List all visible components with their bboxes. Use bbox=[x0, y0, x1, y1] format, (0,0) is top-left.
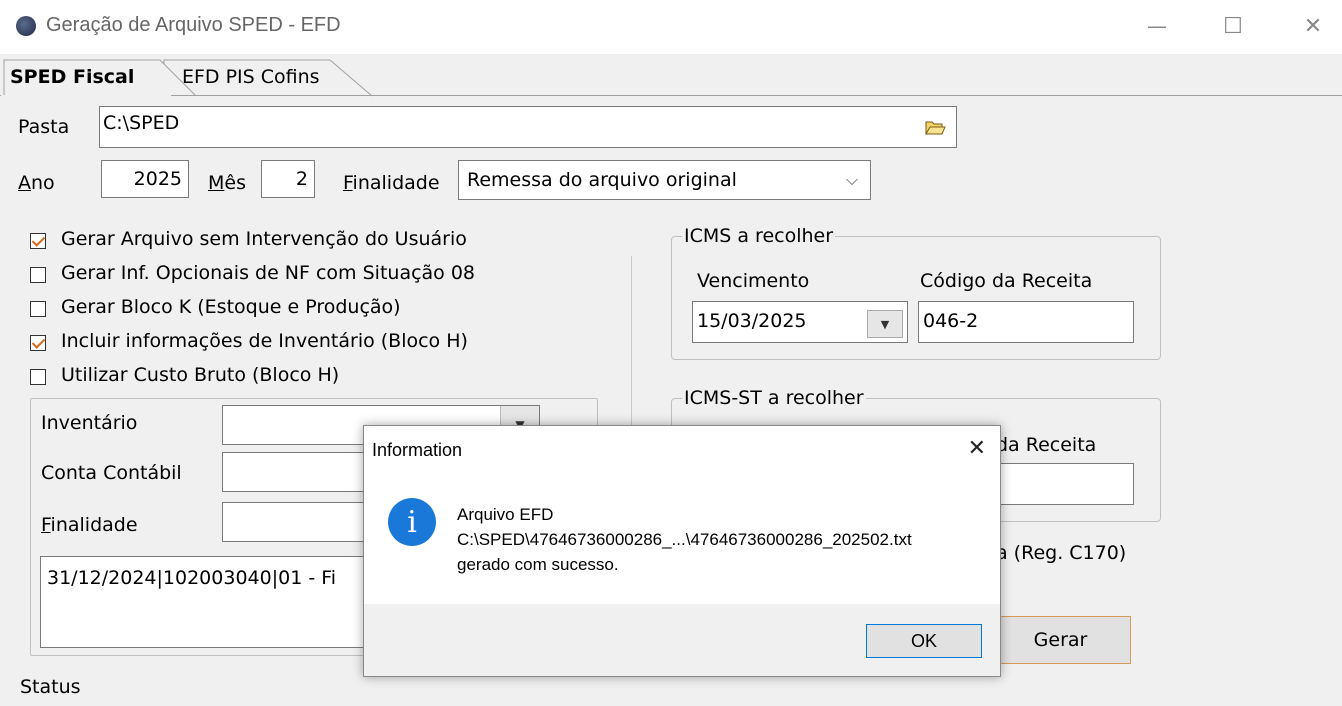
mes-label: Mês bbox=[208, 172, 246, 194]
pasta-input[interactable]: C:\SPED bbox=[99, 106, 957, 148]
vencimento-label: Vencimento bbox=[697, 270, 810, 292]
dialog-message-line1: Arquivo EFD bbox=[457, 505, 554, 524]
information-dialog: Information ✕ i Arquivo EFD C:\SPED\4764… bbox=[363, 425, 1001, 677]
ano-label: Ano bbox=[18, 172, 55, 194]
icms-st-group-title: ICMS-ST a recolher bbox=[682, 387, 866, 409]
checkbox-label: Utilizar Custo Bruto (Bloco H) bbox=[61, 364, 340, 386]
chevron-down-icon: ⌵ bbox=[845, 170, 858, 189]
checkbox-box[interactable] bbox=[30, 335, 46, 351]
app-icon bbox=[16, 16, 36, 36]
checkbox-box[interactable] bbox=[30, 233, 46, 249]
checkbox-label: Gerar Arquivo sem Intervenção do Usuário bbox=[61, 228, 467, 250]
minimize-button[interactable]: — bbox=[1134, 8, 1180, 44]
active-tab-gap bbox=[1, 95, 171, 97]
info-icon: i bbox=[388, 498, 436, 546]
vencimento-date-picker[interactable]: 15/03/2025 ▼ bbox=[692, 301, 908, 343]
mes-label-rest: ês bbox=[224, 172, 246, 194]
inventory-finalidade-label-rest: inalidade bbox=[50, 514, 138, 536]
window-title: Geração de Arquivo SPED - EFD bbox=[46, 14, 341, 36]
dialog-title: Information bbox=[372, 440, 463, 460]
dialog-close-icon[interactable]: ✕ bbox=[968, 436, 986, 461]
maximize-button[interactable]: ☐ bbox=[1210, 8, 1256, 44]
folder-open-icon[interactable] bbox=[924, 117, 946, 137]
codigo-receita-input[interactable]: 046-2 bbox=[918, 301, 1134, 343]
mes-value: 2 bbox=[295, 168, 308, 190]
finalidade-select[interactable]: Remessa do arquivo original ⌵ bbox=[458, 160, 871, 200]
tab-sped-fiscal[interactable]: SPED Fiscal bbox=[10, 66, 134, 88]
dialog-footer: OK bbox=[364, 604, 1000, 676]
title-bar: Geração de Arquivo SPED - EFD — ☐ ✕ bbox=[0, 0, 1342, 54]
finalidade-label-rest: inalidade bbox=[352, 172, 440, 194]
checkbox-box[interactable] bbox=[30, 301, 46, 317]
status-label: Status bbox=[20, 676, 81, 698]
pasta-label: Pasta bbox=[18, 116, 70, 138]
ano-input[interactable]: 2025 bbox=[101, 160, 189, 198]
conta-contabil-label: Conta Contábil bbox=[41, 462, 182, 484]
mes-input[interactable]: 2 bbox=[261, 160, 315, 198]
dialog-message: Arquivo EFD C:\SPED\47646736000286_...\4… bbox=[457, 502, 912, 577]
finalidade-value: Remessa do arquivo original bbox=[467, 169, 737, 191]
codigo-receita-label: Código da Receita bbox=[920, 270, 1093, 292]
dialog-message-line2: C:\SPED\47646736000286_...\4764673600028… bbox=[457, 530, 912, 549]
finalidade-label: Finalidade bbox=[343, 172, 440, 194]
gerar-button[interactable]: Gerar bbox=[990, 616, 1131, 664]
icms-st-codigo-label: da Receita bbox=[996, 434, 1097, 456]
checkbox-box[interactable] bbox=[30, 267, 46, 283]
ok-button[interactable]: OK bbox=[866, 624, 982, 658]
codigo-receita-value: 046-2 bbox=[923, 310, 979, 332]
checkbox-box[interactable] bbox=[30, 369, 46, 385]
caret-down-icon: ▼ bbox=[880, 317, 890, 331]
tab-underline bbox=[0, 95, 1342, 96]
dialog-message-line3: gerado com sucesso. bbox=[457, 555, 619, 574]
pasta-value: C:\SPED bbox=[103, 112, 180, 134]
inventario-label: Inventário bbox=[41, 412, 138, 434]
ano-label-rest: no bbox=[31, 172, 55, 194]
icms-group-title: ICMS a recolher bbox=[682, 225, 836, 247]
checkbox-label: Gerar Bloco K (Estoque e Produção) bbox=[61, 296, 401, 318]
inventory-finalidade-label: Finalidade bbox=[41, 514, 138, 536]
ano-value: 2025 bbox=[133, 168, 182, 190]
date-dropdown-button[interactable]: ▼ bbox=[867, 310, 903, 338]
reg-c170-label: a (Reg. C170) bbox=[996, 542, 1127, 564]
close-button[interactable]: ✕ bbox=[1290, 8, 1336, 44]
checkbox-label: Incluir informações de Inventário (Bloco… bbox=[61, 330, 468, 352]
tab-efd-pis-cofins[interactable]: EFD PIS Cofins bbox=[182, 66, 320, 88]
list-item[interactable]: 31/12/2024|102003040|01 - Fi bbox=[47, 567, 336, 589]
vencimento-value: 15/03/2025 bbox=[697, 310, 807, 332]
checkbox-label: Gerar Inf. Opcionais de NF com Situação … bbox=[61, 262, 476, 284]
